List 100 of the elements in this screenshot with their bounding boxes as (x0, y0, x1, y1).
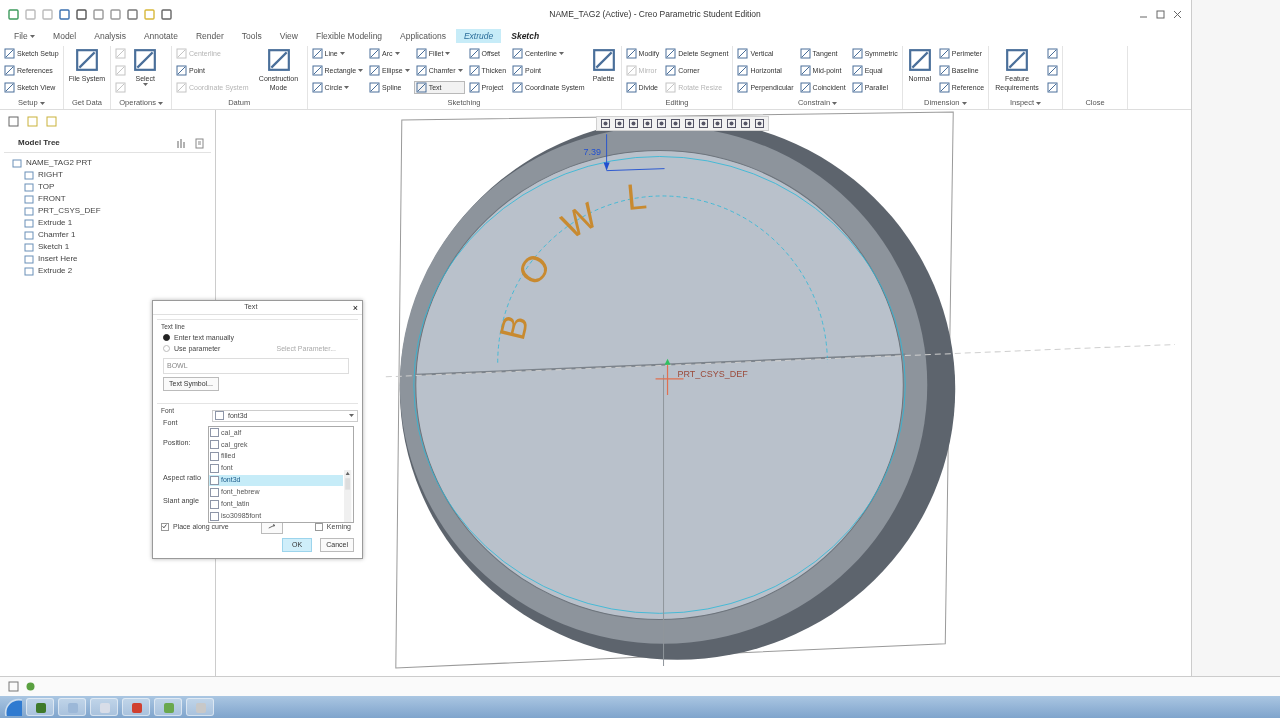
checkbox[interactable] (314, 522, 323, 531)
ribbon-tab[interactable]: Applications (392, 29, 454, 43)
view-tool-icon[interactable] (628, 118, 639, 129)
tool-icon (665, 65, 677, 76)
ribbon-tab[interactable]: Sketch (503, 29, 548, 43)
maximize-icon[interactable] (1155, 8, 1166, 20)
ribbon-tab[interactable]: Render (187, 29, 232, 43)
tool-icon (369, 48, 381, 59)
list-icon[interactable] (194, 137, 205, 149)
tool-icon (737, 82, 749, 93)
toolbar-icon[interactable] (8, 8, 19, 20)
caret-icon (961, 101, 967, 105)
caret-icon (358, 69, 364, 72)
panel-icon[interactable] (8, 116, 19, 127)
tool-icon (266, 48, 291, 72)
toolbar-icon[interactable] (59, 8, 70, 20)
caret-icon (457, 69, 463, 72)
tool-icon (115, 48, 127, 59)
ribbon-tab[interactable]: Tools (233, 29, 270, 43)
tree-item[interactable]: Sketch 1 (24, 241, 70, 253)
tool-icon (665, 82, 677, 93)
view-tool-icon[interactable] (698, 118, 709, 129)
status-icon[interactable] (8, 681, 19, 692)
tool-icon (851, 48, 863, 59)
view-tool-icon[interactable] (684, 118, 695, 129)
ribbon-tab[interactable]: Annotate (135, 29, 186, 43)
toolbar-icon[interactable] (76, 8, 87, 20)
view-tool-icon[interactable] (642, 118, 653, 129)
view-tool-icon[interactable] (670, 118, 681, 129)
tool-icon (4, 65, 15, 76)
tree-item[interactable]: TOP (24, 181, 55, 193)
caret-icon (349, 414, 354, 418)
start-icon[interactable] (4, 698, 22, 716)
check-icon (162, 522, 168, 531)
tool-icon (512, 82, 524, 93)
ribbon-tab[interactable]: File (6, 29, 44, 43)
tree-item[interactable]: Chamfer 1 (24, 229, 76, 241)
radio-button[interactable] (163, 344, 170, 352)
tree-item[interactable]: PRT_CSYS_DEF (24, 205, 101, 217)
filter-icon[interactable] (175, 137, 186, 149)
tool-icon (311, 48, 323, 59)
tool-icon (907, 48, 932, 72)
tool-icon (4, 82, 15, 93)
tree-item[interactable]: RIGHT (24, 169, 63, 181)
tool-icon (311, 65, 323, 76)
tool-icon (851, 65, 863, 76)
tool-icon (415, 65, 427, 76)
view-tool-icon[interactable] (656, 118, 667, 129)
tool-icon (512, 48, 524, 59)
ribbon-tab[interactable]: Extrude (455, 29, 502, 43)
checkbox[interactable] (161, 522, 169, 531)
tool-button[interactable] (1045, 81, 1061, 94)
app-icon (162, 701, 174, 713)
toolbar-icon[interactable] (127, 8, 138, 20)
taskbar-button[interactable] (154, 698, 182, 716)
feature-icon (24, 169, 35, 181)
ribbon-tab[interactable]: Flexible Modeling (307, 29, 391, 43)
tree-title: Model Tree (18, 137, 60, 149)
tool-icon (369, 82, 381, 93)
tree-item[interactable]: NAME_TAG2 PRT (12, 157, 92, 169)
panel-icon[interactable] (46, 116, 57, 127)
feature-icon (24, 253, 35, 265)
tool-icon (176, 48, 187, 59)
view-tool-icon[interactable] (740, 118, 751, 129)
caret-icon (558, 52, 564, 55)
tool-icon (1005, 48, 1030, 72)
tree-item[interactable]: Extrude 2 (24, 265, 73, 277)
tool-icon (1047, 65, 1059, 76)
panel-icon[interactable] (27, 116, 38, 127)
tool-icon (133, 48, 158, 72)
tree-item[interactable]: Extrude 1 (24, 217, 73, 229)
ribbon-tab[interactable]: Analysis (86, 29, 134, 43)
view-tool-icon[interactable] (614, 118, 625, 129)
close-icon[interactable] (1172, 8, 1183, 20)
status-icon[interactable] (25, 681, 36, 692)
toolbar-icon[interactable] (161, 8, 172, 20)
close-button[interactable]: × (348, 301, 362, 314)
view-tool-icon[interactable] (712, 118, 723, 129)
view-tool-icon[interactable] (600, 118, 611, 129)
tree-item[interactable]: Insert Here (24, 253, 78, 265)
radio-button[interactable] (163, 333, 170, 341)
ribbon-tab[interactable]: View (271, 29, 306, 43)
view-tool-icon[interactable] (726, 118, 737, 129)
taskbar-button[interactable] (122, 698, 150, 716)
caret-icon (39, 101, 45, 105)
tree-item[interactable]: FRONT (24, 193, 66, 205)
toolbar-icon[interactable] (110, 8, 121, 20)
caret-icon (404, 69, 410, 72)
tool-button[interactable] (1045, 64, 1061, 77)
taskbar-button[interactable] (26, 698, 54, 716)
toolbar-icon[interactable] (93, 8, 104, 20)
dimension-line (603, 133, 665, 172)
tool-icon (415, 82, 427, 93)
view-tool-icon[interactable] (754, 118, 765, 129)
tool-icon (512, 65, 524, 76)
tool-button[interactable] (1045, 47, 1061, 60)
ribbon-tab[interactable]: Model (45, 29, 85, 43)
caret-icon (158, 101, 163, 105)
tool-icon (799, 82, 811, 93)
caret-icon (832, 101, 838, 105)
